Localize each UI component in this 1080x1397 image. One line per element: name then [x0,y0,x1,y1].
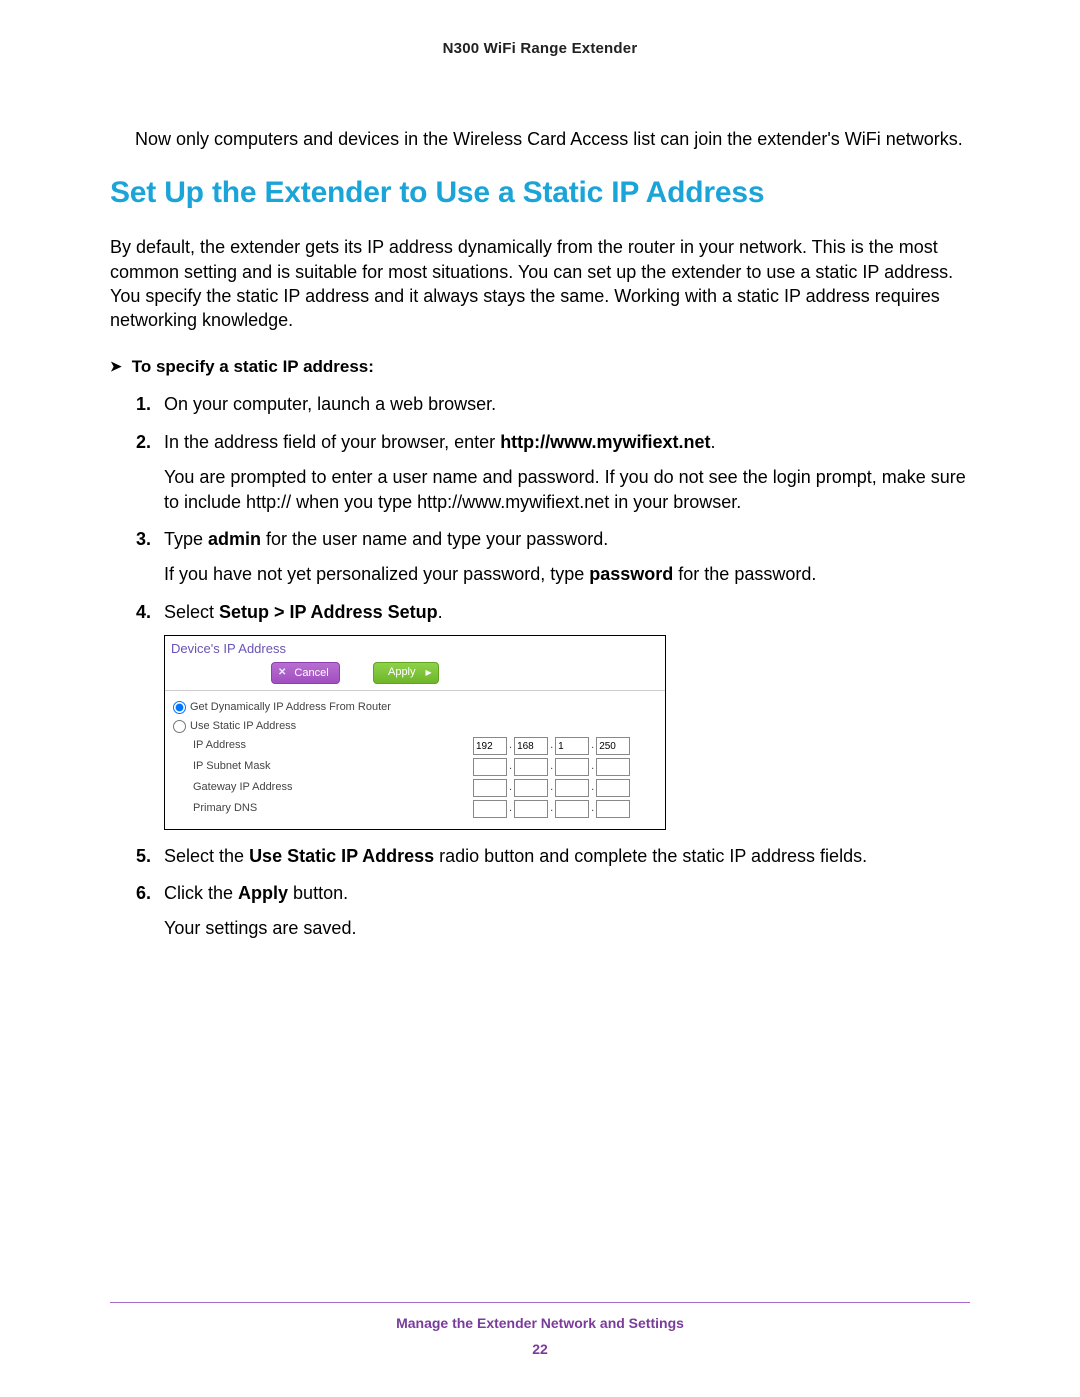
step-3-text-c: for the user name and type your password… [261,529,608,549]
row-dns: Primary DNS . . . [193,800,657,818]
row-subnet: IP Subnet Mask . . . [193,758,657,776]
step-4-text-c: . [438,602,443,622]
triangle-right-icon: ▶ [426,667,432,678]
step-3-note-a: If you have not yet personalized your pa… [164,564,589,584]
step-1-text: On your computer, launch a web browser. [164,394,496,414]
procedure-title: ➤ To specify a static IP address: [110,357,970,377]
step-6-text-c: button. [288,883,348,903]
step-3-note: If you have not yet personalized your pa… [164,562,970,587]
step-5: Select the Use Static IP Address radio b… [136,844,970,869]
dns-octet-3[interactable] [555,800,589,818]
cancel-button[interactable]: ✕ Cancel [271,662,340,684]
step-6-bold: Apply [238,883,288,903]
radio-dynamic-ip[interactable] [173,701,186,714]
step-2: In the address field of your browser, en… [136,430,970,516]
radio-dynamic-label: Get Dynamically IP Address From Router [190,700,391,715]
label-gateway: Gateway IP Address [193,780,473,795]
subnet-octet-1[interactable] [473,758,507,776]
section-heading-static-ip: Set Up the Extender to Use a Static IP A… [110,176,970,210]
step-4: Select Setup > IP Address Setup. Device'… [136,600,970,830]
dns-octet-2[interactable] [514,800,548,818]
gateway-octet-2[interactable] [514,779,548,797]
dialog-button-bar: ✕ Cancel Apply ▶ [165,660,665,691]
step-2-url: http://www.mywifiext.net [500,432,710,452]
gateway-octet-4[interactable] [596,779,630,797]
step-4-text-a: Select [164,602,219,622]
intro-paragraph: Now only computers and devices in the Wi… [135,127,970,151]
gateway-octet-1[interactable] [473,779,507,797]
step-5-bold: Use Static IP Address [249,846,434,866]
step-5-text-a: Select the [164,846,249,866]
apply-label: Apply [388,665,416,680]
procedure-title-text: To specify a static IP address: [132,357,374,376]
dns-octet-4[interactable] [596,800,630,818]
step-3-note-c: for the password. [673,564,816,584]
dns-octet-1[interactable] [473,800,507,818]
label-ip-address: IP Address [193,738,473,753]
triangle-right-icon: ➤ [110,358,122,375]
subnet-octet-4[interactable] [596,758,630,776]
page-header-product: N300 WiFi Range Extender [110,40,970,57]
step-6-note: Your settings are saved. [164,916,970,941]
step-3-admin: admin [208,529,261,549]
step-4-path: Setup > IP Address Setup [219,602,438,622]
step-6-text-a: Click the [164,883,238,903]
step-2-text-a: In the address field of your browser, en… [164,432,500,452]
label-subnet: IP Subnet Mask [193,759,473,774]
ip-octet-3[interactable] [555,737,589,755]
step-3-password: password [589,564,673,584]
ip-octet-1[interactable] [473,737,507,755]
row-ip-address: IP Address . . . [193,737,657,755]
subnet-octet-2[interactable] [514,758,548,776]
step-2-note: You are prompted to enter a user name an… [164,465,970,515]
step-3-text-a: Type [164,529,208,549]
ip-address-dialog: Device's IP Address ✕ Cancel Apply ▶ Get… [164,635,666,830]
dialog-title: Device's IP Address [165,636,665,660]
footer-page-number: 22 [110,1341,970,1357]
page-footer: Manage the Extender Network and Settings… [110,1302,970,1357]
gateway-octet-3[interactable] [555,779,589,797]
footer-chapter: Manage the Extender Network and Settings [110,1315,970,1331]
apply-button[interactable]: Apply ▶ [373,662,439,684]
step-2-text-c: . [711,432,716,452]
ip-octet-4[interactable] [596,737,630,755]
label-dns: Primary DNS [193,801,473,816]
row-gateway: Gateway IP Address . . . [193,779,657,797]
step-6: Click the Apply button. Your settings ar… [136,881,970,941]
section-body: By default, the extender gets its IP add… [110,235,970,332]
subnet-octet-3[interactable] [555,758,589,776]
radio-static-ip[interactable] [173,720,186,733]
ip-octet-2[interactable] [514,737,548,755]
step-5-text-c: radio button and complete the static IP … [434,846,867,866]
step-1: On your computer, launch a web browser. [136,392,970,417]
close-icon: ✕ [278,666,286,680]
cancel-label: Cancel [294,666,328,681]
step-3: Type admin for the user name and type yo… [136,527,970,587]
radio-static-label: Use Static IP Address [190,719,296,734]
